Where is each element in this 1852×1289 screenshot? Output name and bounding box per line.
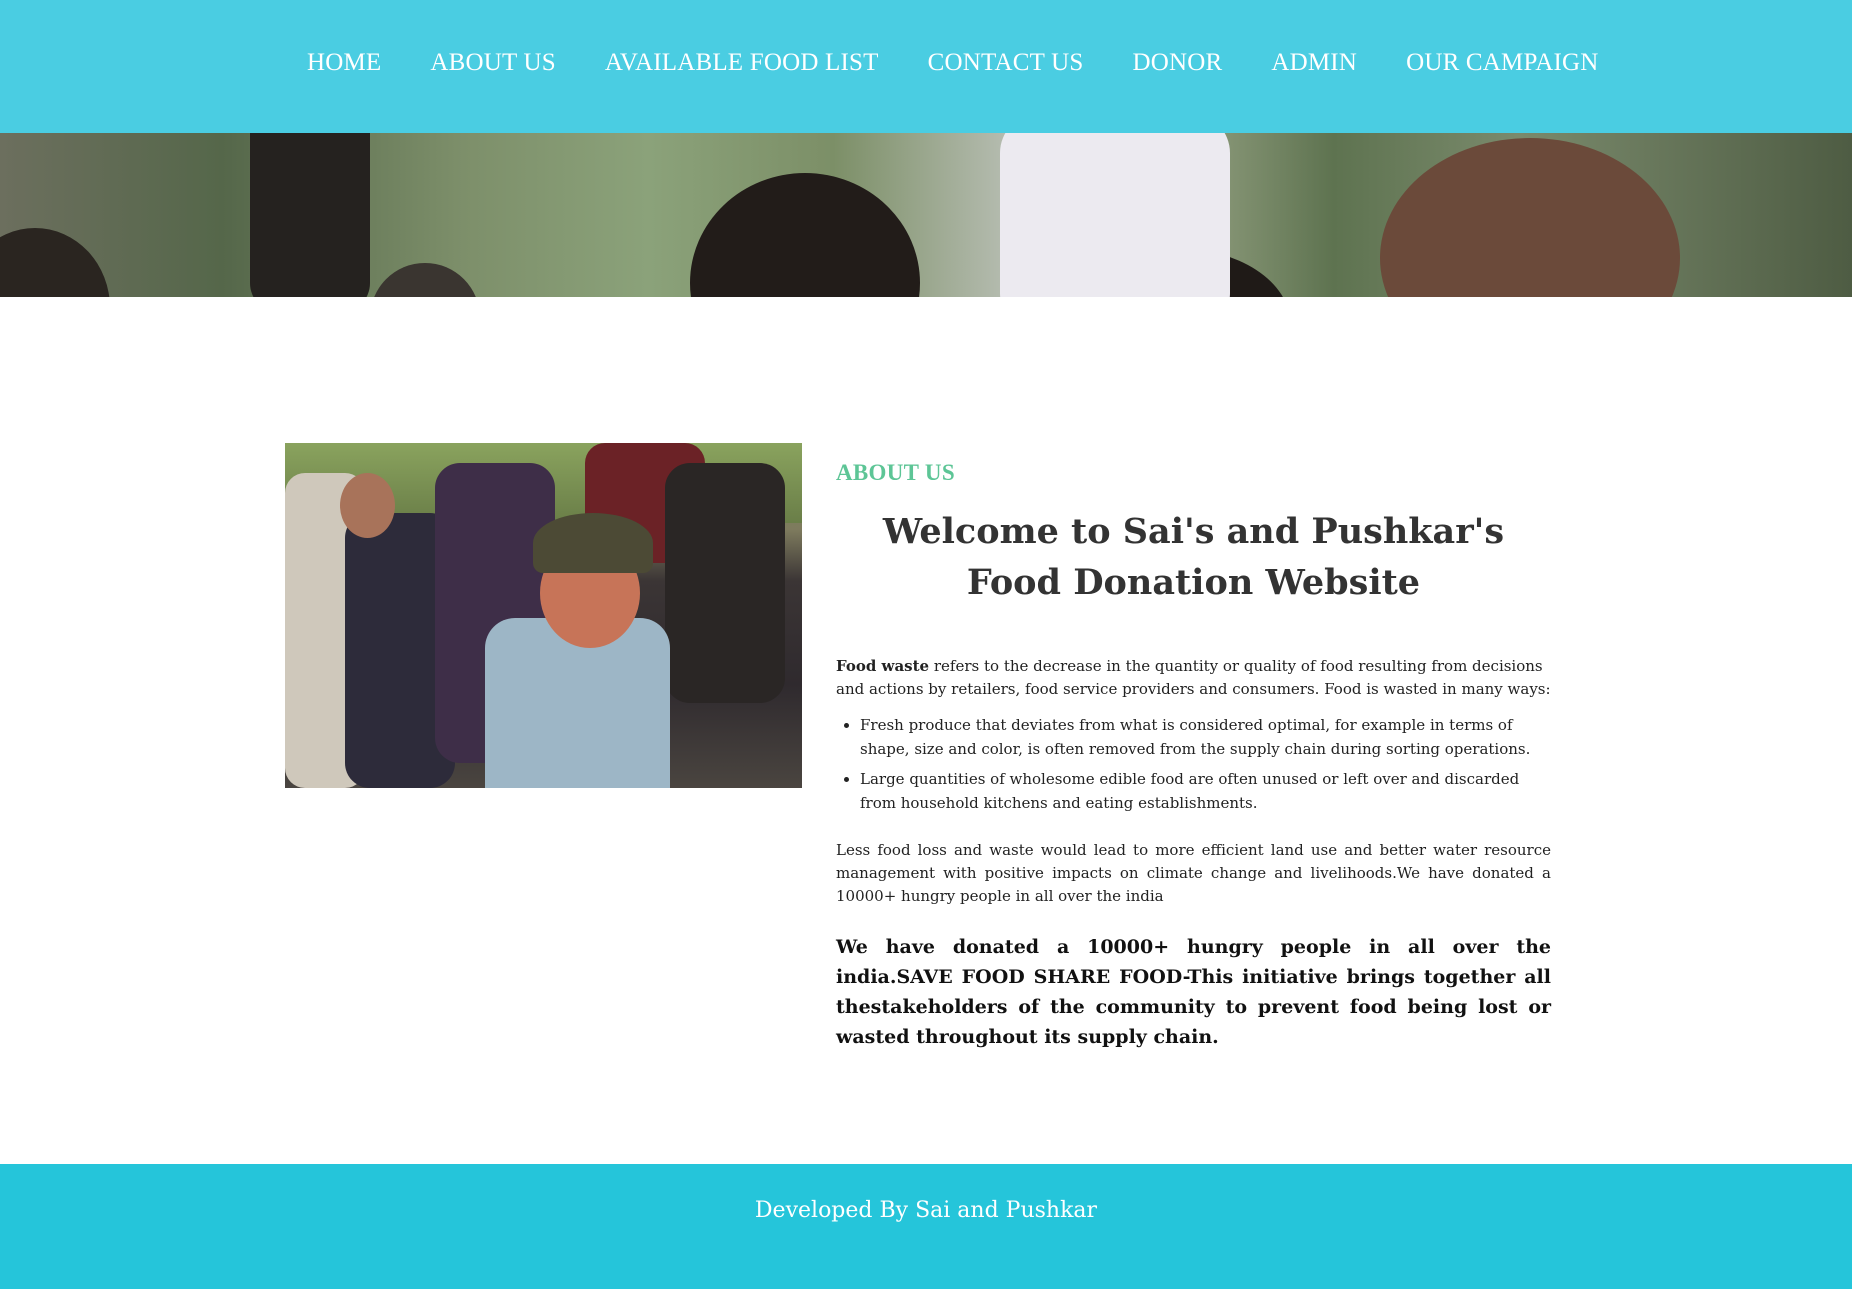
photo-child-face [340, 473, 395, 538]
nav-admin-link[interactable]: ADMIN [1271, 49, 1357, 77]
hero-child-head [1380, 138, 1680, 297]
children-photo [285, 443, 802, 788]
list-item: Fresh produce that deviates from what is… [860, 713, 1551, 761]
photo-child-cap [533, 513, 653, 573]
footer-credit: Developed By Sai and Pushkar [754, 1198, 1098, 1223]
about-section: ABOUT US Welcome to Sai's and Pushkar's … [836, 443, 1551, 1052]
nav-food-list-link[interactable]: AVAILABLE FOOD LIST [605, 49, 879, 77]
hero-child-head [0, 228, 110, 297]
hero-figure [1000, 133, 1230, 297]
nav-donor-link[interactable]: DONOR [1132, 49, 1222, 77]
hero-child-head [370, 263, 480, 297]
mission-statement: We have donated a 10000+ hungry people i… [836, 936, 1551, 1048]
top-navigation: HOME ABOUT US AVAILABLE FOOD LIST CONTAC… [0, 0, 1852, 133]
list-item: Large quantities of wholesome edible foo… [860, 767, 1551, 815]
hero-banner-image [0, 133, 1852, 297]
footer: Developed By Sai and Pushkar [0, 1164, 1852, 1289]
benefits-paragraph: Less food loss and waste would lead to m… [836, 841, 1551, 905]
nav-home-link[interactable]: HOME [307, 49, 381, 77]
hero-child-head [690, 173, 920, 297]
nav-contact-link[interactable]: CONTACT US [928, 49, 1084, 77]
nav-menu: HOME ABOUT US AVAILABLE FOOD LIST CONTAC… [307, 49, 1648, 77]
intro-paragraph: Food waste refers to the decrease in the… [836, 655, 1551, 701]
intro-bold-term: Food waste [836, 657, 930, 675]
nav-about-link[interactable]: ABOUT US [430, 49, 555, 77]
photo-figure [665, 463, 785, 703]
waste-list: Fresh produce that deviates from what is… [836, 713, 1551, 815]
about-label: ABOUT US [836, 460, 955, 485]
intro-text: refers to the decrease in the quantity o… [836, 657, 1551, 698]
about-title: Welcome to Sai's and Pushkar's Food Dona… [882, 511, 1505, 603]
nav-campaign-link[interactable]: OUR CAMPAIGN [1406, 49, 1599, 77]
hero-figure [250, 133, 370, 297]
